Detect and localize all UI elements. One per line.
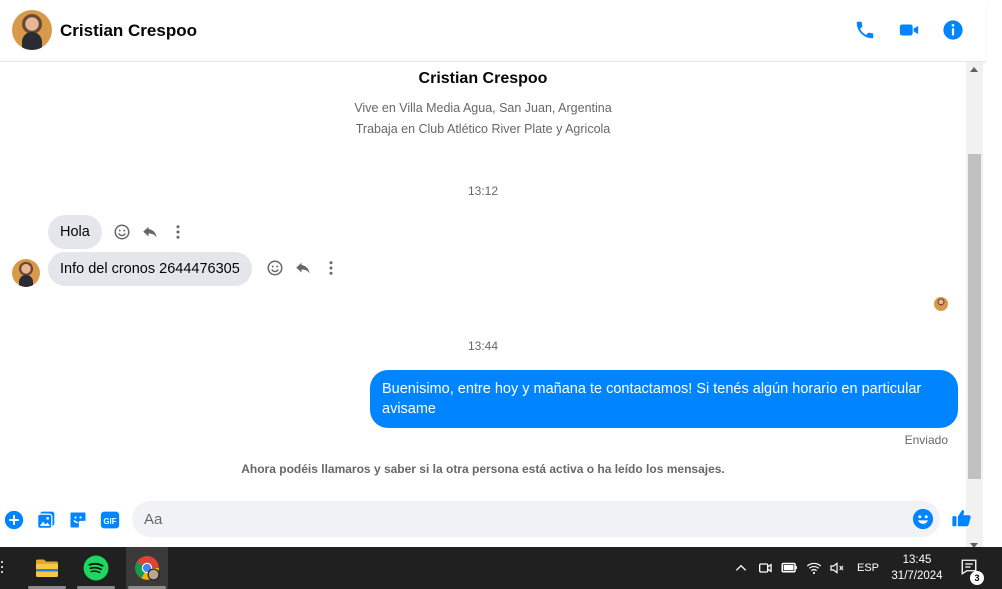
image-icon[interactable]	[35, 509, 57, 531]
contact-avatar-small[interactable]	[12, 259, 40, 287]
volume-muted-icon[interactable]	[828, 559, 846, 577]
thumbs-up-icon[interactable]	[951, 507, 973, 529]
taskbar-handle	[1, 561, 3, 575]
profile-lives-in: Vive en Villa Media Agua, San Juan, Arge…	[354, 101, 612, 115]
chrome-icon[interactable]	[126, 547, 168, 589]
meet-now-icon[interactable]	[756, 559, 774, 577]
more-options-icon[interactable]	[321, 258, 341, 278]
message-input[interactable]	[132, 501, 940, 537]
profile-name: Cristian Crespoo	[418, 70, 548, 87]
wifi-icon[interactable]	[805, 559, 823, 577]
gif-icon[interactable]: GIF	[99, 509, 121, 531]
message-timestamp: 13:12	[467, 184, 499, 198]
sticker-icon[interactable]	[67, 509, 89, 531]
reply-icon[interactable]	[293, 258, 313, 278]
scrollbar[interactable]	[966, 62, 983, 548]
more-options-icon[interactable]	[168, 222, 188, 242]
contact-avatar[interactable]	[12, 10, 52, 50]
chevron-up-icon[interactable]	[732, 559, 750, 577]
message-list[interactable]: Cristian Crespoo Vive en Villa Media Agu…	[0, 62, 966, 497]
info-icon[interactable]	[941, 18, 965, 42]
chat-header: Cristian Crespoo	[0, 0, 986, 62]
notification-count-badge: 3	[970, 571, 984, 585]
react-icon[interactable]	[265, 258, 285, 278]
language-indicator[interactable]: ESP	[857, 562, 879, 574]
react-icon[interactable]	[112, 222, 132, 242]
reply-icon[interactable]	[140, 222, 160, 242]
file-explorer-icon[interactable]	[26, 547, 68, 589]
battery-icon[interactable]	[780, 559, 798, 577]
clock-date: 31/7/2024	[891, 570, 943, 582]
profile-works-at: Trabaja en Club Atlético River Plate y A…	[355, 122, 611, 136]
phone-icon[interactable]	[853, 18, 877, 42]
incoming-message[interactable]: Info del cronos 2644476305	[48, 252, 252, 286]
scroll-thumb[interactable]	[968, 154, 981, 479]
messenger-window: Cristian Crespoo Cristian Crespoo Vive e…	[0, 0, 1002, 589]
contact-name[interactable]: Cristian Crespoo	[60, 21, 197, 41]
composer: GIF	[0, 497, 971, 545]
info-note: Ahora podéis llamaros y saber si la otra…	[241, 462, 725, 476]
seen-avatar	[934, 297, 948, 311]
emoji-icon[interactable]	[912, 508, 934, 530]
clock-time: 13:45	[902, 554, 932, 566]
plus-icon[interactable]	[3, 509, 25, 531]
outgoing-message[interactable]: Buenisimo, entre hoy y mañana te contact…	[370, 370, 958, 428]
gif-label: GIF	[103, 517, 116, 526]
delivery-status: Enviado	[904, 433, 948, 447]
scroll-up-arrow-icon[interactable]	[970, 67, 978, 72]
spotify-icon[interactable]	[75, 547, 117, 589]
message-timestamp: 13:44	[467, 339, 499, 353]
video-icon[interactable]	[897, 18, 921, 42]
clock[interactable]: 13:45 31/7/2024	[888, 552, 946, 584]
incoming-message[interactable]: Hola	[48, 215, 102, 249]
windows-taskbar: ESP 13:45 31/7/2024 3	[0, 547, 1002, 589]
